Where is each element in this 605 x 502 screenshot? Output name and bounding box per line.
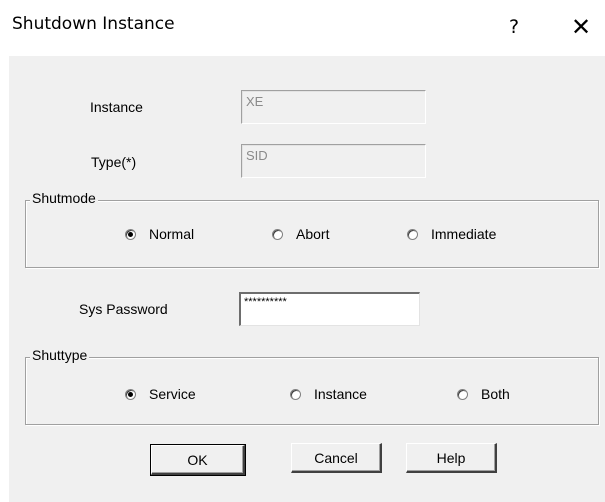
shuttype-legend: Shuttype xyxy=(30,347,90,363)
radio-service[interactable]: Service xyxy=(125,384,196,404)
radio-service-label: Service xyxy=(149,386,196,402)
password-field[interactable]: ********** xyxy=(239,292,420,326)
radio-normal[interactable]: Normal xyxy=(125,224,194,244)
radio-both-label: Both xyxy=(481,386,510,402)
instance-field: XE xyxy=(241,90,426,124)
shutmode-legend: Shutmode xyxy=(30,190,98,206)
type-field: SID xyxy=(241,144,426,178)
title-help-button[interactable]: ? xyxy=(497,10,531,44)
radio-both[interactable]: Both xyxy=(457,384,510,404)
ok-button[interactable]: OK xyxy=(150,444,246,476)
radio-instance-indicator[interactable] xyxy=(290,388,301,400)
type-label: Type(*) xyxy=(91,154,137,170)
radio-abort-indicator[interactable] xyxy=(272,228,283,240)
dialog-body: Instance XE Type(*) SID Shutmode Normal … xyxy=(9,56,605,502)
help-button[interactable]: Help xyxy=(406,443,497,473)
radio-abort-label: Abort xyxy=(296,226,330,242)
instance-label: Instance xyxy=(90,99,143,115)
radio-immediate[interactable]: Immediate xyxy=(407,224,496,244)
password-label: Sys Password xyxy=(79,301,168,317)
radio-normal-indicator[interactable] xyxy=(125,228,136,240)
radio-abort[interactable]: Abort xyxy=(272,224,329,244)
title-bar: Shutdown Instance ? ✕ xyxy=(0,0,605,56)
radio-immediate-indicator[interactable] xyxy=(407,228,418,240)
radio-normal-label: Normal xyxy=(149,226,195,242)
window-title: Shutdown Instance xyxy=(12,14,175,34)
radio-instance-label: Instance xyxy=(314,386,367,402)
close-icon[interactable]: ✕ xyxy=(562,8,600,46)
radio-both-indicator[interactable] xyxy=(457,388,468,400)
cancel-button[interactable]: Cancel xyxy=(291,443,382,473)
radio-immediate-label: Immediate xyxy=(431,226,497,242)
radio-instance[interactable]: Instance xyxy=(290,384,367,404)
radio-service-indicator[interactable] xyxy=(125,388,136,400)
